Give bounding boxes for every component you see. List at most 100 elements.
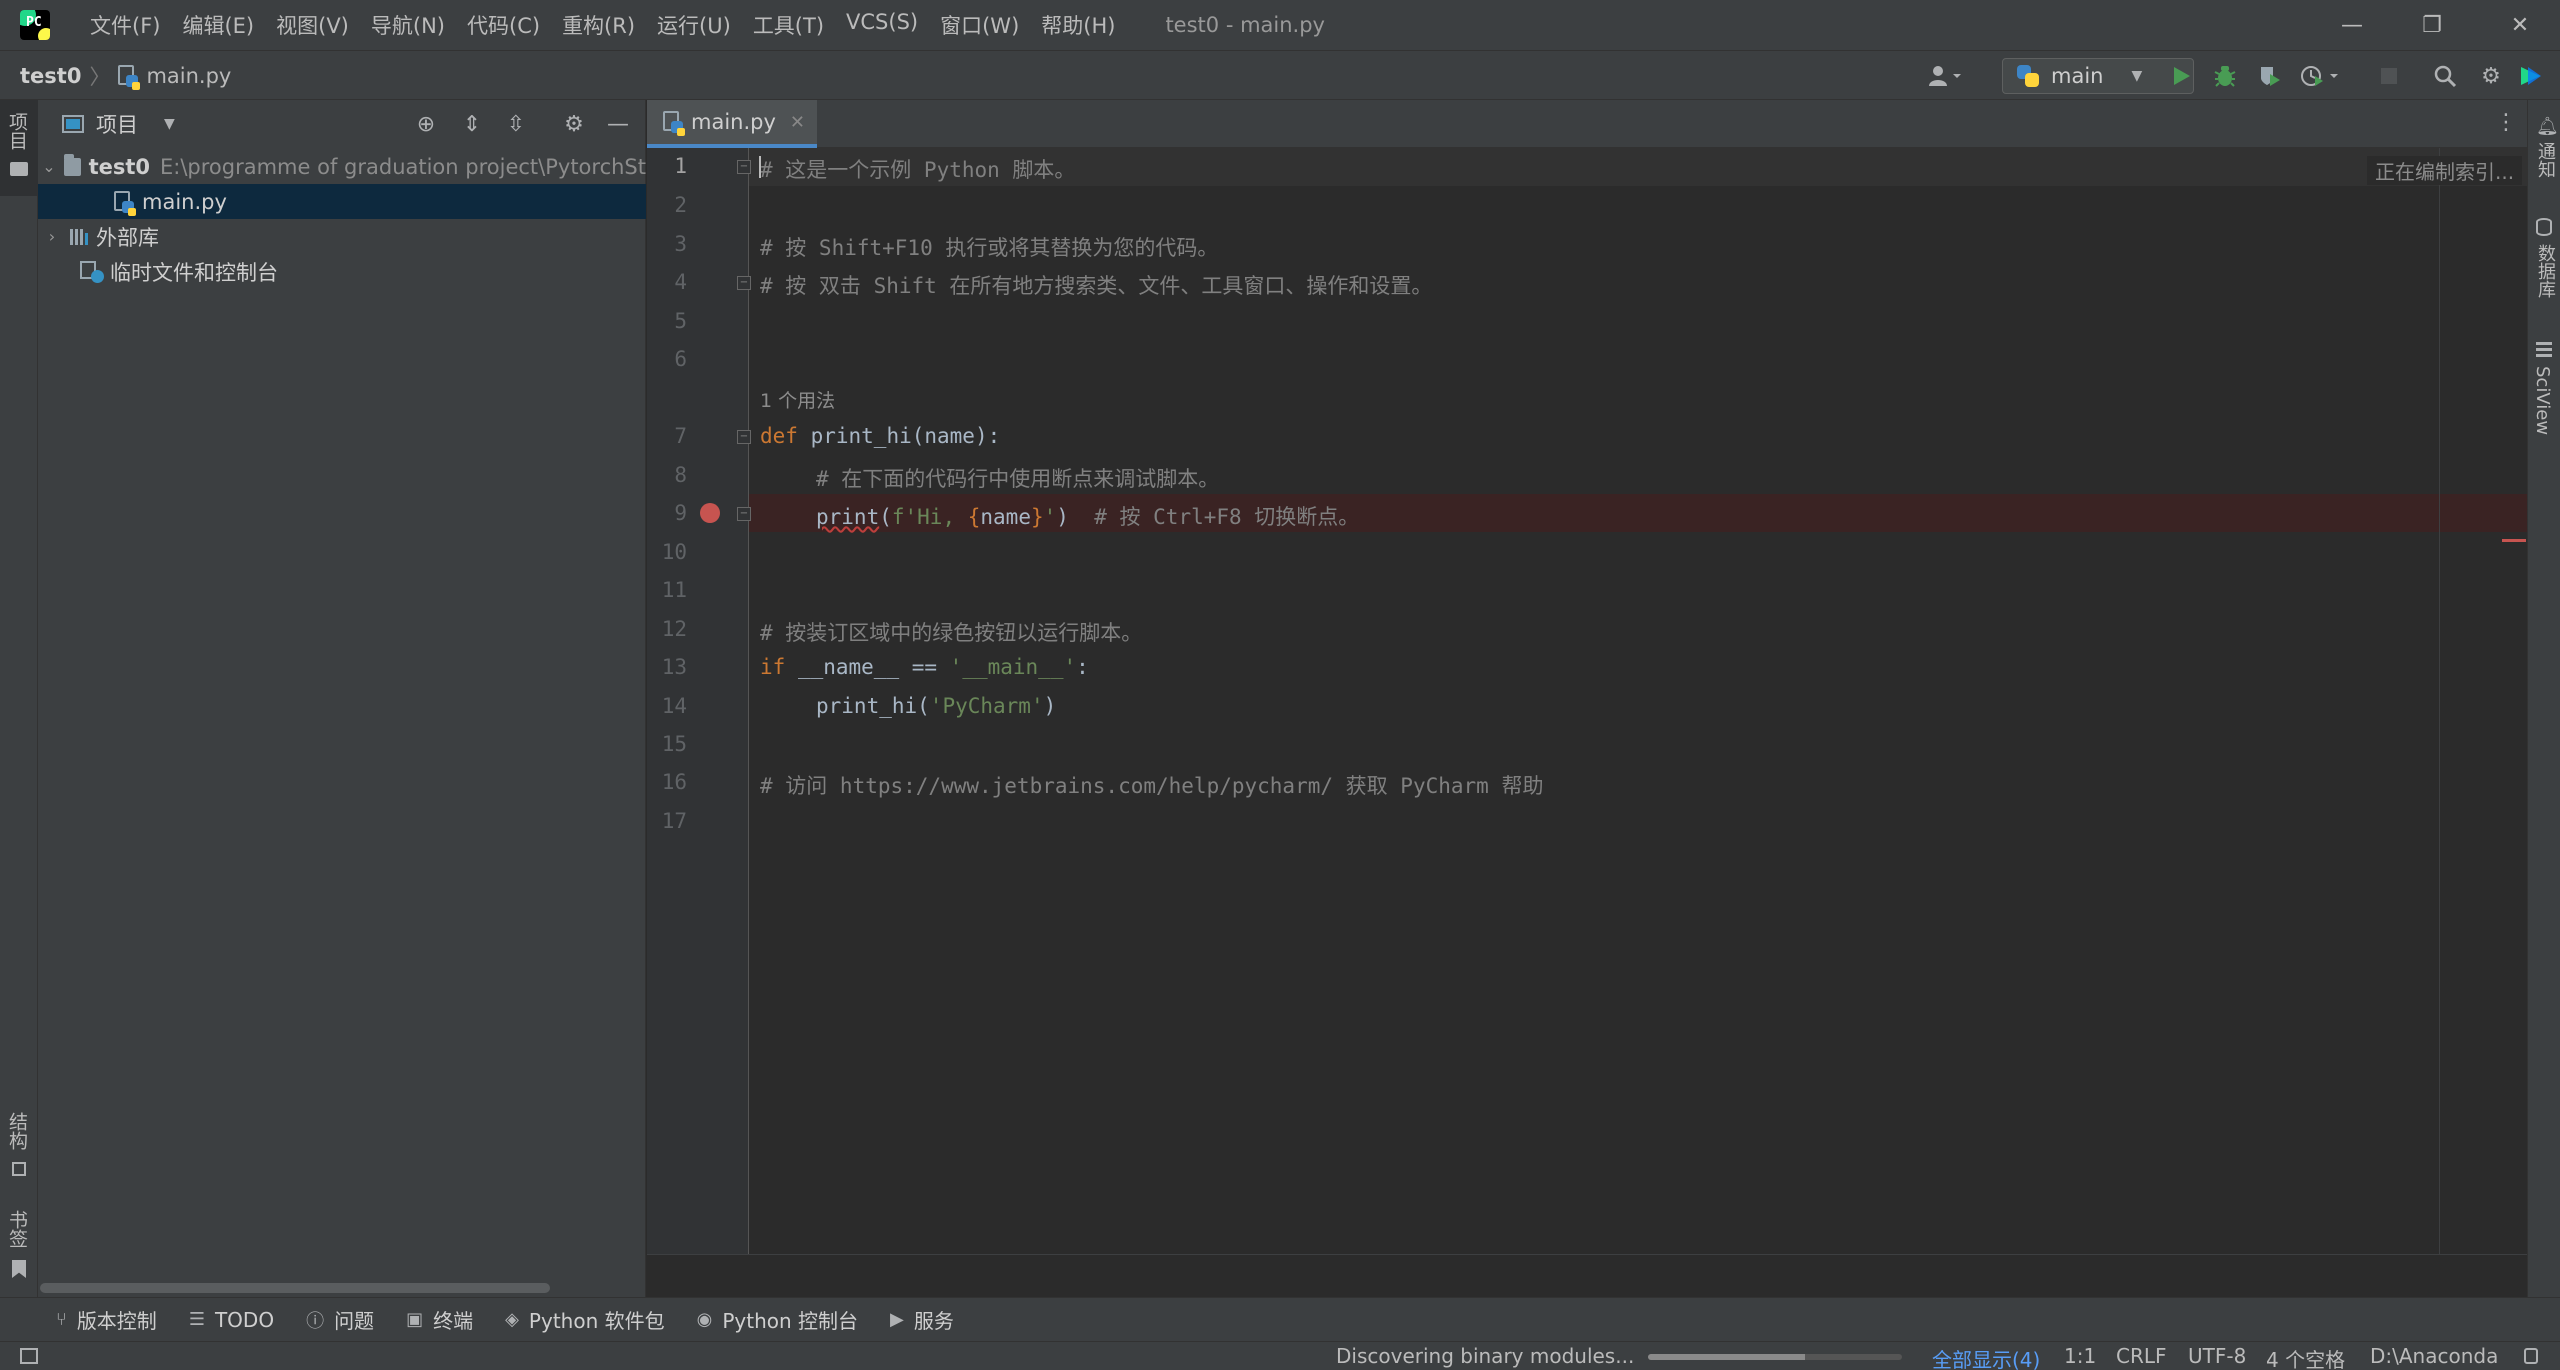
file-encoding[interactable]: UTF-8 <box>2188 1344 2246 1368</box>
menu-code[interactable]: 代码(C) <box>459 6 548 44</box>
tool-services[interactable]: ▶ 服务 <box>890 1305 954 1334</box>
minimize-button[interactable]: — <box>2312 0 2392 50</box>
project-panel-header: 项目 ▼ ⊕ ⇕ ⇳ ⚙ — <box>38 100 646 148</box>
menu-vcs[interactable]: VCS(S) <box>838 6 926 44</box>
toggle-tool-windows-icon[interactable] <box>20 1348 38 1364</box>
code-comment: # 按装订区域中的绿色按钮以运行脚本。 <box>760 621 1143 645</box>
locate-file-icon[interactable]: ⊕ <box>412 110 440 138</box>
folder-icon <box>10 162 28 176</box>
lock-icon[interactable] <box>2524 1348 2538 1364</box>
more-tabs-icon[interactable]: ⋮ <box>2495 110 2517 135</box>
line-number: 10 <box>661 540 687 564</box>
menu-help[interactable]: 帮助(H) <box>1033 6 1123 44</box>
tree-row-root[interactable]: ⌄ test0 E:\programme of graduation proje… <box>38 149 646 184</box>
python-logo-icon <box>2017 65 2039 87</box>
menu-run[interactable]: 运行(U) <box>649 6 739 44</box>
close-button[interactable]: ✕ <box>2480 0 2560 50</box>
expand-all-icon[interactable]: ⇕ <box>458 110 486 138</box>
fold-icon[interactable]: − <box>737 507 751 521</box>
tool-version-control[interactable]: ⑂ 版本控制 <box>56 1305 157 1334</box>
right-tool-stripe: 🔔︎ 通知 数据库 SciView <box>2527 100 2560 1297</box>
tool-problems[interactable]: ⓘ 问题 <box>306 1305 374 1334</box>
chevron-down-icon[interactable]: ⌄ <box>42 157 56 176</box>
coverage-icon[interactable] <box>2254 61 2284 91</box>
notifications-tool-tab[interactable]: 通知 <box>2532 142 2558 178</box>
code-string: 'PyCharm' <box>929 694 1044 718</box>
code-line-8: # 在下面的代码行中使用断点来调试脚本。 <box>816 463 1219 493</box>
stop-icon[interactable] <box>2374 61 2404 91</box>
status-message: Discovering binary modules... <box>1336 1344 1635 1368</box>
error-stripe-mark[interactable] <box>2502 539 2526 542</box>
menu-navigate[interactable]: 导航(N) <box>363 6 453 44</box>
breadcrumb-project[interactable]: test0 <box>20 64 81 88</box>
indent-setting[interactable]: 4 个空格 <box>2266 1344 2345 1370</box>
tool-label: Python 软件包 <box>528 1309 665 1333</box>
hide-panel-icon[interactable]: — <box>604 110 632 138</box>
code-line-13: if __name__ == '__main__': <box>760 655 1089 679</box>
collapse-all-icon[interactable]: ⇳ <box>502 110 530 138</box>
code-text: name <box>980 505 1031 529</box>
line-number: 3 <box>674 232 687 256</box>
code-keyword: def <box>760 424 798 448</box>
menu-tools[interactable]: 工具(T) <box>745 6 832 44</box>
tab-close-icon[interactable]: ✕ <box>790 112 805 133</box>
bookmarks-tool-tab[interactable]: 书签 <box>4 1210 31 1248</box>
line-separator[interactable]: CRLF <box>2116 1344 2167 1368</box>
indexing-indicator: 正在编制索引... <box>2367 156 2523 185</box>
sciview-tool-tab[interactable]: SciView <box>2532 366 2553 435</box>
pycharm-logo-icon[interactable]: PC <box>20 10 50 40</box>
run-config-label: main <box>2051 64 2104 88</box>
tool-python-packages[interactable]: ◈ Python 软件包 <box>505 1305 665 1334</box>
run-icon[interactable] <box>2166 61 2196 91</box>
line-number: 6 <box>674 347 687 371</box>
settings-gear-icon[interactable]: ⚙ <box>2476 61 2506 91</box>
profile-icon[interactable] <box>2298 61 2342 91</box>
database-tool-tab[interactable]: 数据库 <box>2532 244 2558 298</box>
project-panel-title[interactable]: 项目 <box>96 109 138 139</box>
tree-row-main-py[interactable]: main.py <box>38 184 646 219</box>
tree-row-external-libraries[interactable]: › 外部库 <box>38 219 646 254</box>
restore-button[interactable]: ❐ <box>2392 0 2472 50</box>
fold-icon[interactable]: − <box>737 430 751 444</box>
menu-file[interactable]: 文件(F) <box>82 6 168 44</box>
breakpoint-icon[interactable] <box>700 503 720 523</box>
caret-position[interactable]: 1:1 <box>2064 1344 2096 1368</box>
view-dropdown-icon[interactable]: ▼ <box>164 116 175 132</box>
menu-bar: 文件(F) 编辑(E) 视图(V) 导航(N) 代码(C) 重构(R) 运行(U… <box>82 6 1123 44</box>
fold-icon[interactable]: − <box>737 160 751 174</box>
tool-terminal[interactable]: ▣ 终端 <box>406 1305 473 1334</box>
panel-settings-icon[interactable]: ⚙ <box>560 110 588 138</box>
menu-edit[interactable]: 编辑(E) <box>174 6 262 44</box>
menu-view[interactable]: 视图(V) <box>268 6 357 44</box>
python-console-icon: ◉ <box>696 1309 713 1330</box>
show-all-link[interactable]: 全部显示(4) <box>1932 1344 2040 1370</box>
code-comment: # 按 Ctrl+F8 切换断点。 <box>1068 505 1360 529</box>
debug-icon[interactable] <box>2210 61 2240 91</box>
jetbrains-toolbox-icon[interactable] <box>2516 61 2546 91</box>
code-comment: # 在下面的代码行中使用断点来调试脚本。 <box>816 467 1220 491</box>
chevron-right-icon[interactable]: › <box>42 227 62 246</box>
tool-todo[interactable]: ☰ TODO <box>189 1308 274 1332</box>
code-text: print_hi(name): <box>797 424 1001 448</box>
breadcrumb-file[interactable]: main.py <box>146 64 231 88</box>
code-editor[interactable]: 1 2 3 4 5 6 7 8 9 10 11 12 13 14 15 16 1… <box>647 148 2527 1254</box>
tool-python-console[interactable]: ◉ Python 控制台 <box>697 1305 858 1334</box>
account-icon[interactable] <box>1924 61 1968 91</box>
tool-label: 终端 <box>433 1309 474 1333</box>
tree-row-scratches[interactable]: 临时文件和控制台 <box>38 254 646 289</box>
search-icon[interactable] <box>2430 61 2460 91</box>
menu-refactor[interactable]: 重构(R) <box>554 6 643 44</box>
code-line-9: print(f'Hi, {name}') # 按 Ctrl+F8 切换断点。 <box>816 501 1359 531</box>
menu-window[interactable]: 窗口(W) <box>932 6 1027 44</box>
usage-hint[interactable]: 1 个用法 <box>760 386 835 413</box>
project-horizontal-scrollbar[interactable] <box>40 1283 550 1293</box>
status-bar: Discovering binary modules... 全部显示(4) 1:… <box>0 1341 2560 1370</box>
project-tool-tab[interactable]: 项目 <box>4 112 31 150</box>
tab-main-py[interactable]: main.py ✕ <box>647 100 817 148</box>
python-interpreter[interactable]: D:\Anaconda <box>2370 1344 2498 1368</box>
fold-icon[interactable]: − <box>737 276 751 290</box>
tool-label: TODO <box>214 1307 275 1332</box>
line-number: 1 <box>674 154 687 178</box>
editor-gutter[interactable]: 1 2 3 4 5 6 7 8 9 10 11 12 13 14 15 16 1… <box>647 148 751 1254</box>
structure-tool-tab[interactable]: 结构 <box>4 1112 31 1150</box>
